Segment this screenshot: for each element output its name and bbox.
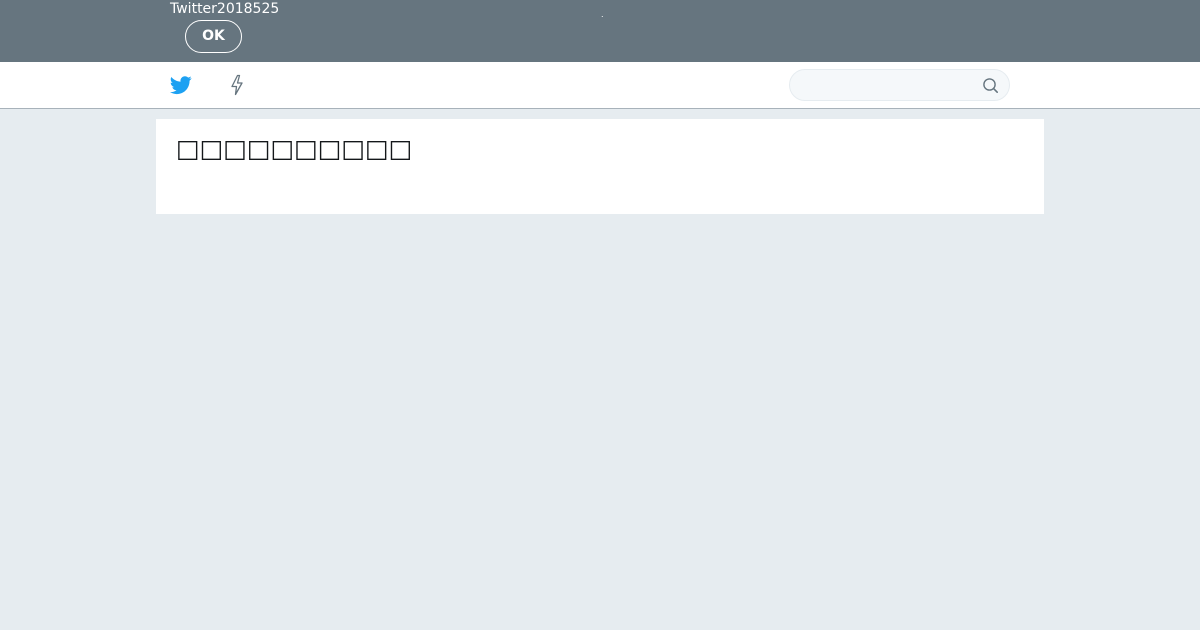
content-card: □□□□□□□□□□ [156,119,1044,214]
search-box[interactable] [789,69,1010,101]
search-input[interactable] [802,75,976,97]
notice-text: Twitter2018525 [170,1,280,17]
twitter-bird-icon[interactable] [169,74,192,96]
cookie-notice-bar: Twitter2018525 . OK [0,0,1200,62]
top-navigation [0,62,1200,109]
lightning-bolt-icon[interactable] [228,74,246,96]
page-heading: □□□□□□□□□□ [176,134,413,163]
notice-dot: . [601,10,604,19]
search-icon[interactable] [982,77,999,94]
ok-button[interactable]: OK [185,20,242,53]
